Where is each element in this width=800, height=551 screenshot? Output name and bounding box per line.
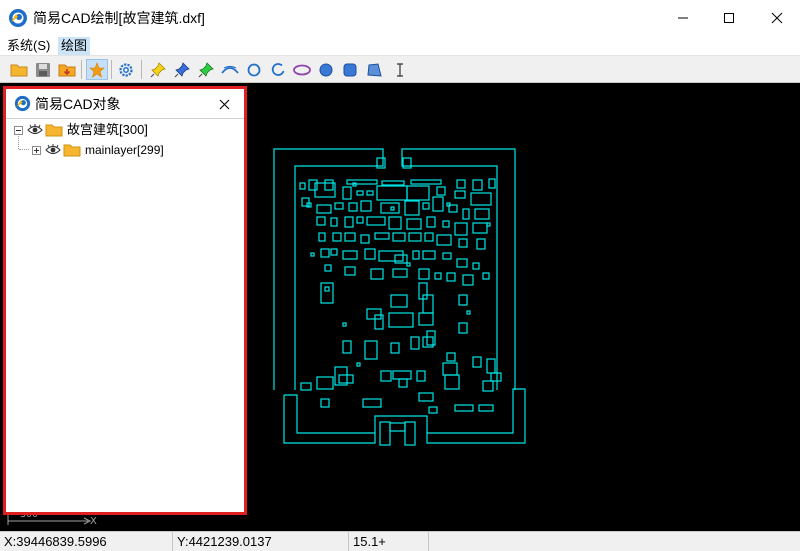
pin-green-icon xyxy=(198,61,214,77)
import-button[interactable] xyxy=(56,59,78,80)
visibility-eye-icon[interactable] xyxy=(45,144,61,156)
open-folder-icon xyxy=(10,64,28,76)
polygon-button[interactable] xyxy=(363,59,385,80)
cad-drawing xyxy=(273,148,526,446)
circle-button[interactable] xyxy=(243,59,265,80)
maximize-button[interactable] xyxy=(706,0,752,36)
open-button[interactable] xyxy=(8,59,30,80)
status-zoom: 15.1+ xyxy=(349,532,429,551)
ellipse-button[interactable] xyxy=(291,59,313,80)
outer-wall xyxy=(426,388,526,444)
close-icon xyxy=(771,12,783,24)
toolbar-separator xyxy=(111,60,112,79)
tree-item-label: mainlayer[299] xyxy=(85,143,164,157)
panel-close-button[interactable] xyxy=(214,94,234,114)
settings-gear-icon xyxy=(119,62,133,77)
pin-blue-button[interactable] xyxy=(171,59,193,80)
maximize-icon xyxy=(724,13,734,23)
status-y-coordinate: Y:4421239.0137 xyxy=(173,532,349,551)
minimize-button[interactable] xyxy=(660,0,706,36)
expand-toggle[interactable] xyxy=(32,145,41,155)
pin-blue-icon xyxy=(174,61,190,77)
folder-icon xyxy=(45,124,63,137)
close-icon xyxy=(219,99,229,109)
save-icon xyxy=(36,62,50,77)
text-cursor-icon xyxy=(397,62,403,77)
arc-partial-icon xyxy=(271,62,285,76)
panel-header: 简易CAD对象 xyxy=(6,89,244,119)
visibility-eye-icon[interactable] xyxy=(27,124,43,136)
tree-item-label: 故宫建筑[300] xyxy=(67,122,148,137)
drawing-canvas[interactable] xyxy=(247,83,800,531)
arc-button[interactable] xyxy=(219,59,241,80)
object-panel: 简易CAD对象 故宫建筑[300] mainlayer[299] xyxy=(3,86,247,515)
menu-system[interactable]: 系统(S) xyxy=(4,37,53,55)
pin-yellow-icon xyxy=(150,61,166,77)
rounded-square-icon xyxy=(343,63,357,76)
filled-circle-icon xyxy=(319,63,333,76)
polygon-icon xyxy=(367,62,382,77)
rounded-square-button[interactable] xyxy=(339,59,361,80)
import-icon xyxy=(58,64,76,76)
text-button[interactable] xyxy=(389,59,411,80)
menu-draw[interactable]: 绘图 xyxy=(58,37,91,55)
toolbar-separator xyxy=(81,60,82,79)
save-button[interactable] xyxy=(32,59,54,80)
collapse-toggle[interactable] xyxy=(14,125,23,135)
outer-wall xyxy=(273,148,384,390)
window-title: 简易CAD绘制[故宫建筑.dxf] xyxy=(33,10,205,26)
close-button[interactable] xyxy=(754,0,800,36)
toolbar xyxy=(0,56,800,83)
favorite-star-icon xyxy=(89,61,105,78)
settings-button[interactable] xyxy=(115,59,137,80)
pin-green-button[interactable] xyxy=(195,59,217,80)
favorite-button[interactable] xyxy=(86,59,108,80)
arc-icon xyxy=(221,65,239,74)
menu-bar: 系统(S) 绘图 xyxy=(0,36,800,56)
tree-item-root[interactable]: 故宫建筑[300] xyxy=(14,121,148,139)
toolbar-separator xyxy=(141,60,142,79)
tree-connector xyxy=(19,149,29,150)
app-logo-icon xyxy=(9,9,27,27)
panel-logo-icon xyxy=(14,95,31,112)
outer-wall xyxy=(294,158,384,390)
folder-icon xyxy=(63,144,81,157)
title-bar: 简易CAD绘制[故宫建筑.dxf] xyxy=(0,0,800,36)
pin-yellow-button[interactable] xyxy=(147,59,169,80)
ellipse-icon xyxy=(293,64,311,75)
minimize-icon xyxy=(678,17,688,19)
panel-title: 简易CAD对象 xyxy=(35,96,121,112)
arc-partial-button[interactable] xyxy=(267,59,289,80)
status-bar: X:39446839.5996 Y:4421239.0137 15.1+ xyxy=(0,531,800,551)
axis-x-label: X xyxy=(90,516,97,527)
tree-item-layer[interactable]: mainlayer[299] xyxy=(32,141,164,159)
circle-icon xyxy=(247,63,261,76)
status-x-coordinate: X:39446839.5996 xyxy=(0,532,173,551)
filled-circle-button[interactable] xyxy=(315,59,337,80)
